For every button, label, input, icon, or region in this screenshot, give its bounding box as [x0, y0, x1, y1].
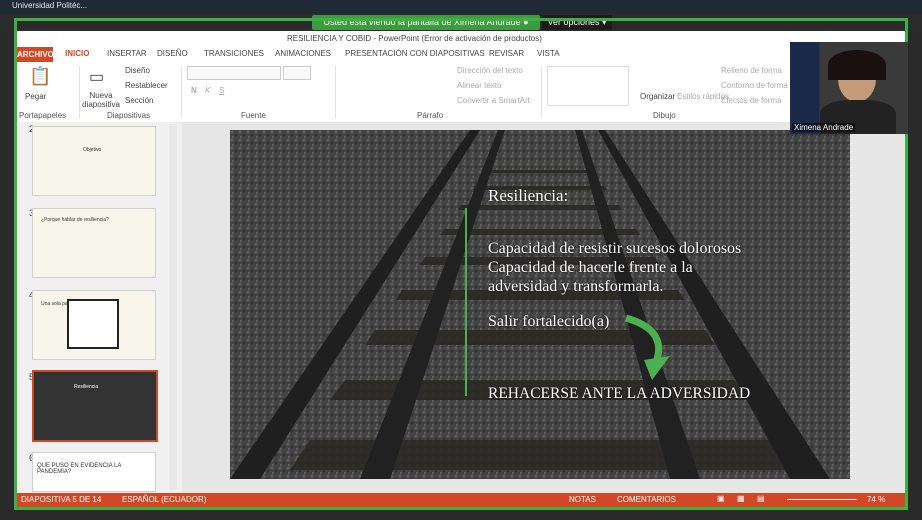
slide-title: Resiliencia: — [488, 186, 569, 205]
arrange-button[interactable]: Organizar — [640, 92, 675, 101]
slide-thumbnails-pane: 2 Objetivo 3 ¿Porque hablar de resilienc… — [17, 122, 182, 494]
slide-counter: DIAPOSITIVA 5 DE 14 — [21, 495, 102, 504]
font-size-box[interactable] — [283, 66, 311, 80]
shapes-gallery[interactable] — [547, 66, 629, 106]
paste-button[interactable]: Pegar — [25, 92, 46, 101]
thumb-text: QUE PUSO EN EVIDENCIA LA PANDEMIA? — [37, 463, 122, 475]
railroad-background — [230, 130, 850, 479]
powerpoint-window: RESILIENCIA Y COBID - PowerPoint (Error … — [17, 31, 905, 507]
paragraph-group-label: Párrafo — [417, 111, 444, 120]
reset-button[interactable]: Restablecer — [125, 81, 168, 90]
tab-vista[interactable]: VISTA — [537, 49, 560, 58]
font-name-box[interactable] — [187, 66, 281, 80]
slide-accent-line — [465, 208, 467, 396]
thumbnail-slide-2[interactable]: Objetivo — [32, 126, 156, 196]
slide-line-3: adversidad y transformarla. — [488, 278, 664, 295]
shape-effects-button[interactable]: Efectos de forma — [721, 96, 781, 105]
group-separator — [181, 66, 182, 118]
align-text-button[interactable]: Alinear texto — [457, 81, 501, 90]
tab-insertar[interactable]: INSERTAR — [107, 49, 147, 58]
tab-transiciones[interactable]: TRANSICIONES — [204, 49, 264, 58]
font-group-label: Fuente — [241, 111, 266, 120]
participant-video: Ximena Andrade — [790, 42, 908, 134]
tab-revisar[interactable]: REVISAR — [489, 49, 524, 58]
new-slide-icon: ▭ — [89, 69, 105, 86]
tab-presentacion[interactable]: PRESENTACIÓN CON DIAPOSITIVAS — [345, 49, 485, 58]
slide-line-1: Capacidad de resistir sucesos dolorosos — [488, 240, 742, 257]
zoom-title-bar: Universidad Politéc... — [0, 0, 922, 14]
thumb-text: Resiliencia — [74, 384, 99, 390]
bold-icon[interactable]: N — [191, 86, 197, 95]
slide-line-4: Salir fortalecido(a) — [488, 313, 610, 330]
tab-inicio[interactable]: INICIO — [65, 49, 89, 58]
thumbnail-slide-5[interactable]: Resiliencia — [32, 370, 158, 442]
shape-fill-button[interactable]: Relleno de forma — [721, 66, 782, 75]
zoom-slider[interactable] — [787, 499, 857, 500]
zoom-level[interactable]: 74 % — [867, 495, 885, 504]
reading-view-icon[interactable]: ▤ — [757, 494, 765, 503]
thumbnail-slide-6[interactable]: QUE PUSO EN EVIDENCIA LA PANDEMIA? — [32, 452, 156, 492]
language-indicator[interactable]: ESPAÑOL (ECUADOR) — [122, 495, 206, 504]
tab-animaciones[interactable]: ANIMACIONES — [275, 49, 331, 58]
green-curved-arrow-icon — [624, 314, 670, 380]
convert-smartart-button[interactable]: Convertir a SmartArt — [457, 96, 530, 105]
thumb-text: ¿Porque hablar de resiliencia? — [41, 217, 109, 223]
current-slide[interactable]: Resiliencia: Capacidad de resistir suces… — [230, 130, 850, 479]
thumb-text: Objetivo — [83, 147, 102, 153]
tab-archivo[interactable]: ARCHIVO — [17, 47, 54, 62]
ribbon: 📋 Pegar Portapapeles ▭ Nueva diapositiva… — [17, 62, 905, 123]
status-bar: DIAPOSITIVA 5 DE 14 ESPAÑOL (ECUADOR) NO… — [17, 493, 905, 507]
italic-icon[interactable]: K — [205, 86, 210, 95]
paste-icon: 📋 — [29, 66, 52, 86]
group-separator — [335, 66, 336, 118]
drawing-group-label: Dibujo — [653, 111, 676, 120]
notes-button[interactable]: NOTAS — [569, 495, 596, 504]
new-slide-button[interactable]: Nueva diapositiva — [79, 91, 123, 109]
thumbnails-scrollbar[interactable] — [169, 124, 177, 490]
section-button[interactable]: Sección — [125, 96, 153, 105]
clipboard-group-label: Portapapeles — [19, 111, 67, 120]
underline-icon[interactable]: S — [219, 86, 224, 95]
zoom-app-title: Universidad Politéc... — [12, 1, 88, 10]
participant-hair — [828, 50, 886, 80]
layout-button[interactable]: Diseño — [125, 66, 150, 75]
slide-line-5: REHACERSE ANTE LA ADVERSIDAD — [488, 385, 751, 402]
text-direction-button[interactable]: Dirección del texto — [457, 66, 523, 75]
slide-line-2: Capacidad de hacerle frente a la — [488, 259, 693, 276]
shape-outline-button[interactable]: Contorno de forma — [721, 81, 788, 90]
thumbnail-slide-4[interactable]: Una sola palabra o expresión — [32, 290, 156, 360]
window-title: RESILIENCIA Y COBID - PowerPoint (Error … — [287, 34, 542, 43]
participant-name: Ximena Andrade — [792, 123, 856, 132]
ribbon-tabs: ARCHIVO INICIO INSERTAR DISEÑO TRANSICIO… — [17, 47, 905, 62]
slide-sorter-icon[interactable]: ▦ — [737, 494, 745, 503]
normal-view-icon[interactable]: ▣ — [717, 494, 725, 503]
slide-editor: Resiliencia: Capacidad de resistir suces… — [182, 122, 905, 494]
group-separator — [541, 66, 542, 118]
slides-group-label: Diapositivas — [107, 111, 151, 120]
comments-button[interactable]: COMENTARIOS — [617, 495, 676, 504]
thumbnail-slide-3[interactable]: ¿Porque hablar de resiliencia? — [32, 208, 156, 278]
tab-diseno[interactable]: DISEÑO — [157, 49, 188, 58]
ppt-title-bar: RESILIENCIA Y COBID - PowerPoint (Error … — [17, 31, 905, 48]
